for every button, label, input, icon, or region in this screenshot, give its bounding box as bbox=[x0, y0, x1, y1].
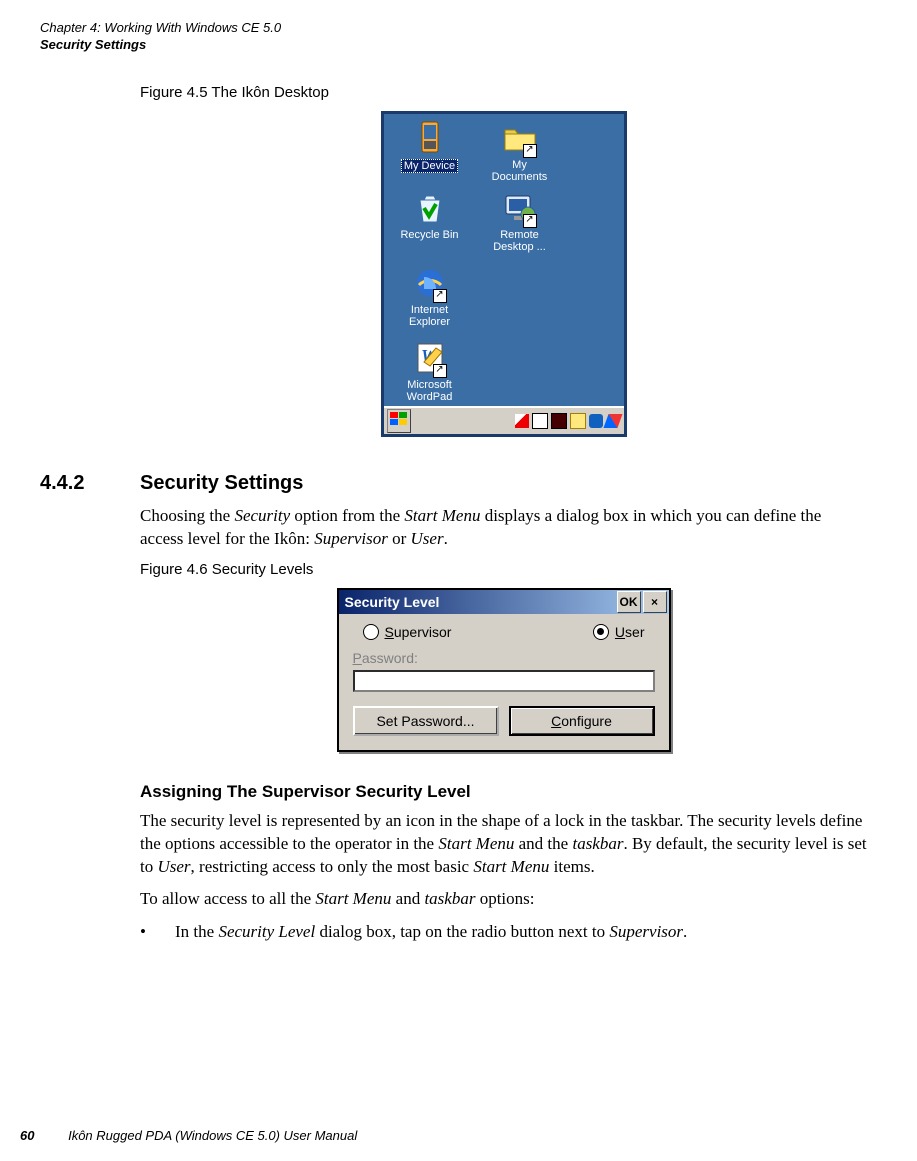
password-label: Password: bbox=[353, 650, 655, 666]
ok-button[interactable]: OK bbox=[617, 591, 641, 613]
desktop-icon-remote-desktop[interactable]: ↗ Remote Desktop ... bbox=[480, 190, 560, 253]
system-tray bbox=[515, 413, 620, 429]
close-button[interactable]: × bbox=[643, 591, 667, 613]
shortcut-badge-icon: ↗ bbox=[523, 214, 537, 228]
security-level-dialog: Security Level OK × Supervisor User bbox=[337, 588, 671, 752]
recycle-bin-icon bbox=[412, 190, 448, 226]
footer-title: Ikôn Rugged PDA (Windows CE 5.0) User Ma… bbox=[68, 1128, 357, 1143]
desktop-icon-wordpad[interactable]: W ↗ Microsoft WordPad bbox=[390, 340, 470, 403]
input-pen-tray-icon[interactable] bbox=[603, 414, 622, 428]
taskbar[interactable] bbox=[384, 406, 624, 434]
configure-button[interactable]: Configure bbox=[509, 706, 655, 736]
folder-icon: ↗ bbox=[502, 120, 538, 156]
network-tray-icon[interactable] bbox=[515, 414, 529, 428]
lock-tray-icon[interactable] bbox=[570, 413, 586, 429]
card-tray-icon[interactable] bbox=[551, 413, 567, 429]
subsection-paragraph-2: To allow access to all the Start Menu an… bbox=[140, 888, 867, 911]
dialog-title: Security Level bbox=[345, 594, 440, 610]
section-intro-paragraph: Choosing the Security option from the St… bbox=[140, 505, 867, 551]
page-footer: 60 Ikôn Rugged PDA (Windows CE 5.0) User… bbox=[20, 1128, 357, 1143]
desktop-icon-my-documents[interactable]: ↗ My Documents bbox=[480, 120, 560, 183]
remote-desktop-icon: ↗ bbox=[502, 190, 538, 226]
page-number: 60 bbox=[20, 1128, 34, 1143]
password-input[interactable] bbox=[353, 670, 655, 692]
radio-off-icon bbox=[363, 624, 379, 640]
shortcut-badge-icon: ↗ bbox=[433, 289, 447, 303]
user-radio[interactable]: User bbox=[593, 624, 645, 640]
supervisor-radio[interactable]: Supervisor bbox=[363, 624, 452, 640]
section-title: Security Settings bbox=[140, 472, 303, 495]
running-head: Chapter 4: Working With Windows CE 5.0 S… bbox=[40, 20, 877, 54]
set-password-button[interactable]: Set Password... bbox=[353, 706, 499, 736]
bullet-marker: • bbox=[140, 921, 175, 944]
ikon-desktop-screenshot: My Device ↗ My Documents bbox=[381, 111, 627, 437]
ie-icon: ↗ bbox=[412, 265, 448, 301]
shortcut-badge-icon: ↗ bbox=[433, 364, 447, 378]
dialog-titlebar: Security Level OK × bbox=[339, 590, 669, 614]
desktop-icon-internet-explorer[interactable]: ↗ Internet Explorer bbox=[390, 265, 470, 328]
connection-tray-icon[interactable] bbox=[532, 413, 548, 429]
figure-4-6-caption: Figure 4.6 Security Levels bbox=[140, 561, 867, 578]
desktop-icon-recycle-bin[interactable]: Recycle Bin bbox=[390, 190, 470, 241]
desktop-icon-my-device[interactable]: My Device bbox=[390, 120, 470, 173]
subsection-title: Assigning The Supervisor Security Level bbox=[140, 782, 867, 802]
section-number: 4.4.2 bbox=[40, 472, 140, 495]
bluetooth-tray-icon[interactable] bbox=[589, 414, 603, 428]
shortcut-badge-icon: ↗ bbox=[523, 144, 537, 158]
desktop-label-my-device: My Device bbox=[401, 159, 458, 173]
running-head-line1: Chapter 4: Working With Windows CE 5.0 bbox=[40, 20, 877, 37]
running-head-line2: Security Settings bbox=[40, 37, 877, 54]
figure-4-5-caption: Figure 4.5 The Ikôn Desktop bbox=[140, 84, 867, 101]
user-radio-label: User bbox=[615, 624, 645, 640]
subsection-paragraph-1: The security level is represented by an … bbox=[140, 810, 867, 879]
wordpad-icon: W ↗ bbox=[412, 340, 448, 376]
bullet-item: • In the Security Level dialog box, tap … bbox=[140, 921, 867, 944]
start-button[interactable] bbox=[387, 409, 411, 433]
radio-on-icon bbox=[593, 624, 609, 640]
pda-icon bbox=[412, 120, 448, 156]
supervisor-radio-label: Supervisor bbox=[385, 624, 452, 640]
